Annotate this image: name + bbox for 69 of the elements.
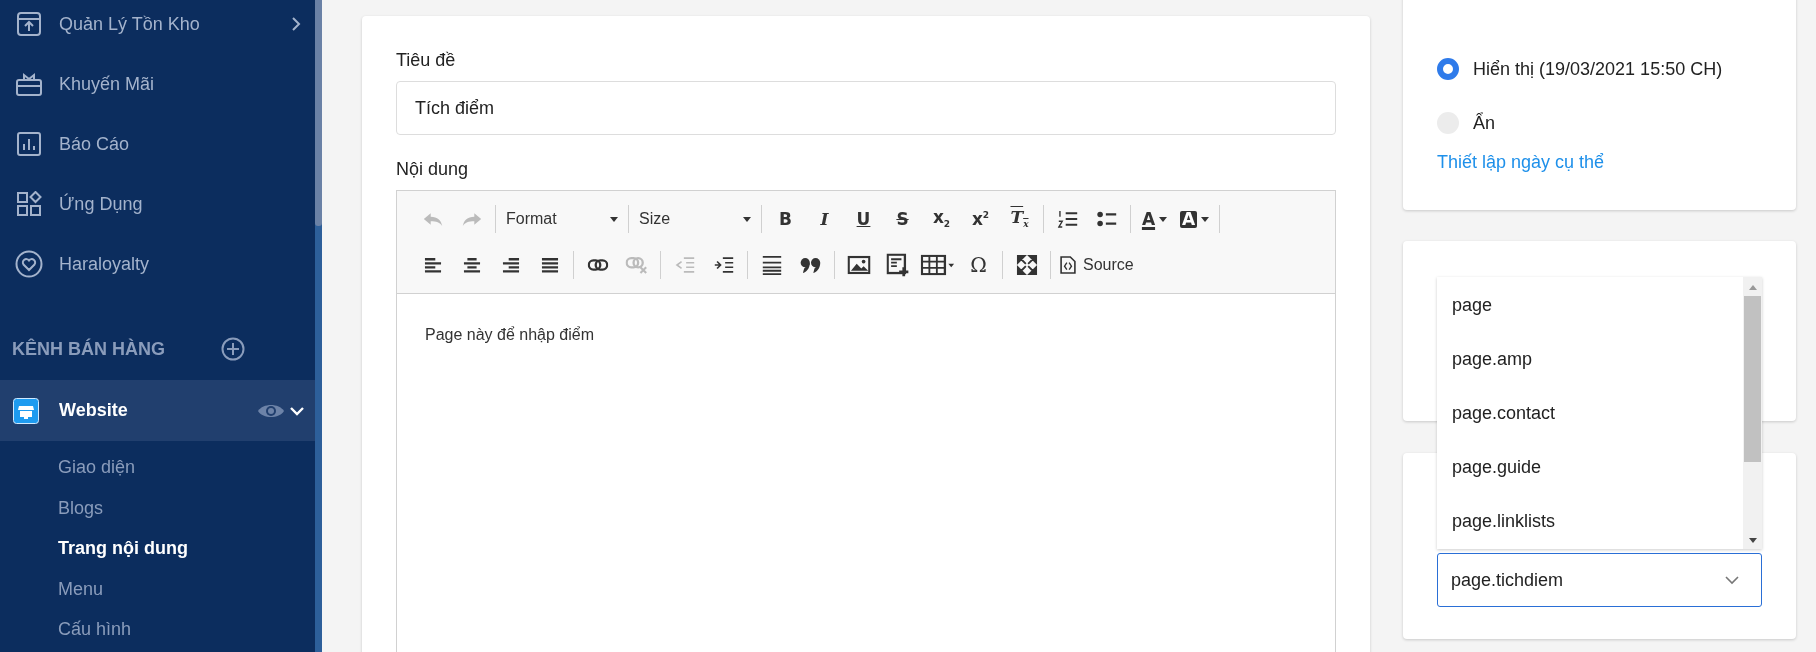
body-text: Page này để nhập điểm	[425, 326, 595, 344]
caret-icon	[1201, 216, 1210, 222]
outdent-icon	[674, 255, 695, 275]
align-center-icon	[462, 256, 481, 274]
document-plus-icon	[886, 253, 909, 277]
gift-icon	[14, 71, 44, 97]
dropdown-option[interactable]: page.amp	[1437, 332, 1743, 386]
quote-icon	[799, 256, 822, 274]
submenu-link[interactable]: Blogs	[0, 487, 315, 528]
bar-chart-icon	[14, 131, 44, 157]
align-left-icon	[423, 256, 442, 274]
template-select[interactable]: page.tichdiem	[1437, 553, 1762, 607]
radio-label: Ẩn	[1473, 112, 1496, 134]
section-title: KÊNH BÁN HÀNG	[12, 338, 165, 360]
scroll-down-icon[interactable]	[1748, 538, 1757, 543]
chevron-down-icon	[1725, 575, 1739, 585]
combo-dropdown[interactable]: Format	[500, 205, 624, 233]
channel-item[interactable]: Website	[0, 380, 315, 441]
format-button[interactable]: x$^{2}$	[961, 204, 1000, 234]
dropdown-option[interactable]: page	[1437, 278, 1743, 332]
title-input[interactable]: Tích điểm	[396, 81, 1336, 135]
format-button[interactable]: T$_{x}$	[1000, 204, 1039, 234]
justify-icon	[540, 256, 559, 274]
dropdown-option[interactable]: page.linklists	[1437, 494, 1743, 548]
caret-icon	[743, 216, 751, 222]
nav-item[interactable]: Haraloyalty	[0, 234, 315, 294]
format-button[interactable]: S	[883, 204, 922, 234]
bulleted-list-icon	[1096, 209, 1117, 229]
format-button[interactable]: Ω	[959, 250, 998, 280]
caret-icon	[1159, 216, 1168, 222]
combo-dropdown[interactable]: Size	[633, 205, 757, 233]
nav-item[interactable]: Quản Lý Tồn Kho	[0, 0, 315, 54]
caret-icon	[610, 216, 618, 222]
store-icon	[13, 397, 39, 424]
broken-link-icon	[625, 255, 648, 275]
align-right-icon	[501, 256, 520, 274]
add-button[interactable]	[221, 337, 245, 361]
format-button[interactable]: A	[1174, 204, 1216, 234]
submenu-link[interactable]: Menu	[0, 568, 315, 609]
table-icon	[920, 254, 956, 276]
source-button[interactable]: Source	[1055, 250, 1140, 280]
dropdown-option[interactable]: page.guide	[1437, 440, 1743, 494]
code-file-icon	[1059, 255, 1077, 275]
format-button[interactable]: A	[1135, 204, 1174, 234]
expand-arrows-icon	[1016, 254, 1037, 276]
scrollbar[interactable]	[1743, 277, 1762, 549]
horizontal-lines-icon	[761, 254, 782, 276]
image-icon	[847, 255, 870, 275]
radio-button[interactable]	[1437, 58, 1459, 80]
nav-item[interactable]: Ứng Dụng	[0, 174, 315, 234]
format-button[interactable]: x$_{2}$	[922, 204, 961, 234]
nav-item[interactable]: Khuyến Mãi	[0, 54, 315, 114]
chain-link-icon	[587, 258, 608, 272]
dropdown-option[interactable]: page.contact	[1437, 386, 1743, 440]
format-button[interactable]: B	[766, 204, 805, 234]
apps-grid-icon	[14, 191, 44, 217]
format-button[interactable]: I	[805, 204, 844, 234]
scrollbar[interactable]	[315, 0, 322, 652]
radio-label: Hiển thị (19/03/2021 15:50 CH)	[1473, 58, 1723, 80]
field-label: Nội dung	[396, 159, 470, 180]
plus-circle-icon	[221, 337, 245, 361]
indent-icon	[713, 255, 734, 275]
numbered-list-icon	[1057, 209, 1078, 229]
field-label: Tiêu đề	[396, 50, 457, 71]
nav-item[interactable]: Báo Cáo	[0, 114, 315, 174]
submenu-link[interactable]: Cấu hình	[0, 609, 315, 650]
format-button[interactable]: U	[844, 204, 883, 234]
submenu-link[interactable]: Trang nội dung	[0, 528, 315, 569]
submenu-link[interactable]: Giao diện	[0, 447, 315, 488]
